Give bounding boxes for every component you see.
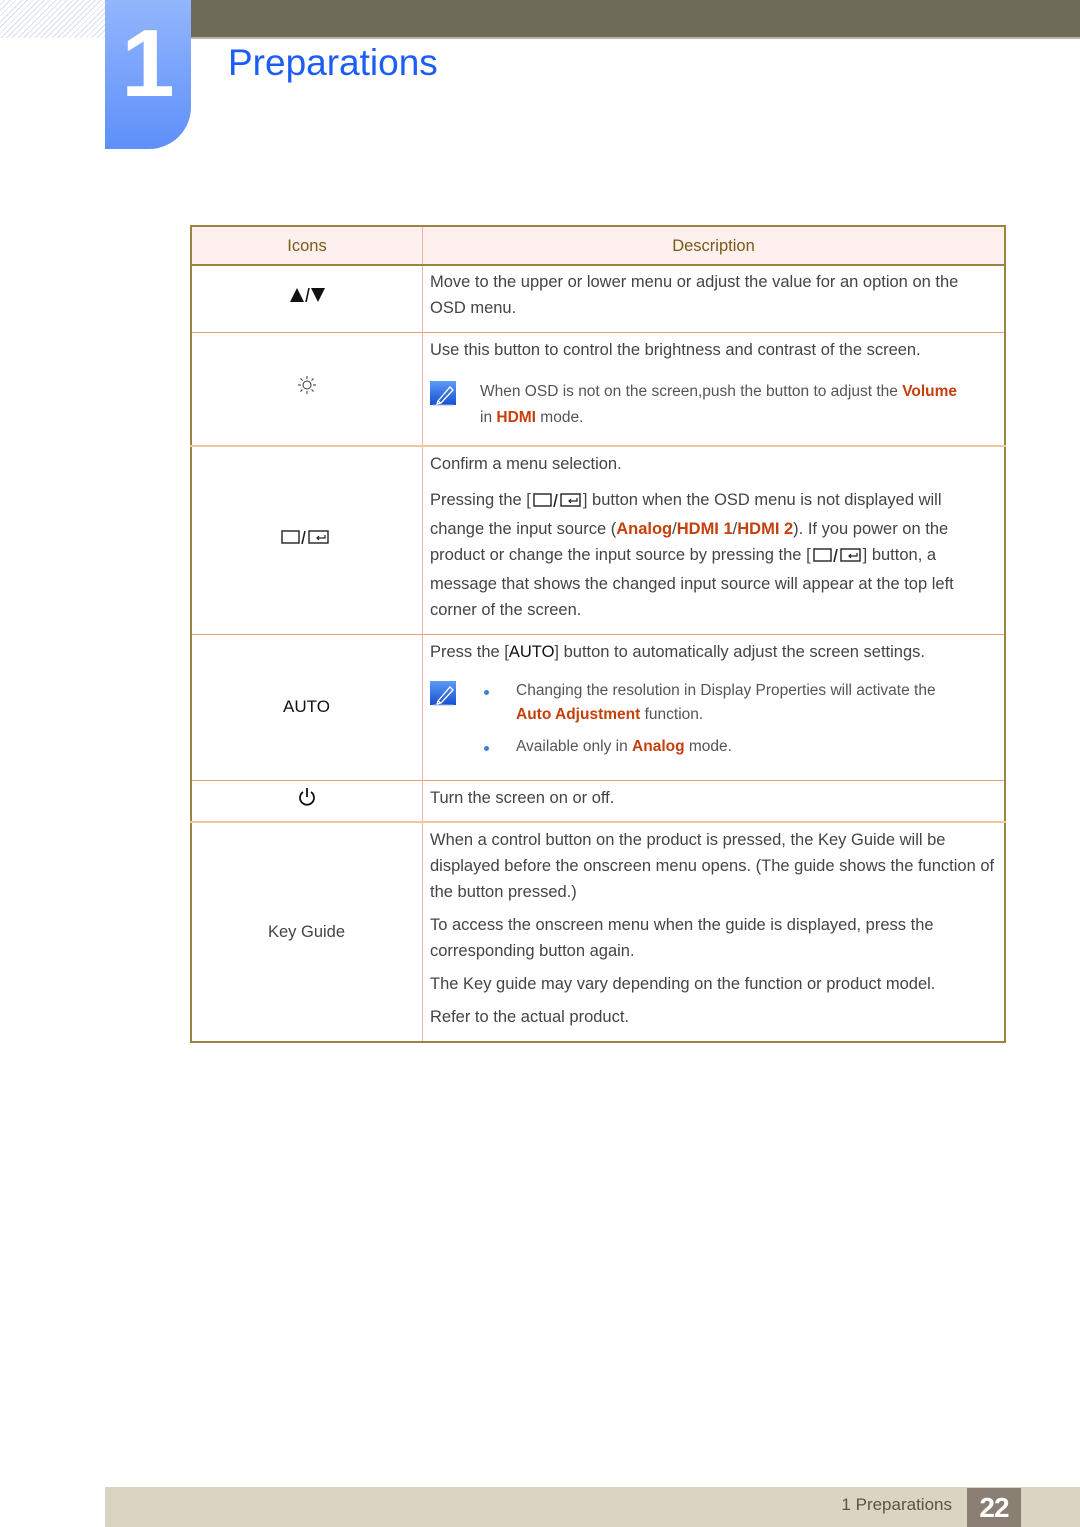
- description-text: Use this button to control the brightnes…: [430, 341, 921, 359]
- enter-source-icon: [811, 545, 863, 571]
- highlight-analog: Analog: [632, 737, 685, 755]
- enter-source-icon: [280, 527, 333, 553]
- note-bullet-list: Changing the resolution in Display Prope…: [480, 679, 996, 765]
- table-row: AUTO Press the [AUTO] button to automati…: [191, 633, 1005, 780]
- description-cell: Turn the screen on or off.: [422, 779, 1005, 822]
- icon-cell: Key Guide: [191, 820, 423, 1042]
- header-description: Description: [422, 226, 1005, 266]
- note: Changing the resolution in Display Prope…: [430, 679, 996, 765]
- table-row: Move to the upper or lower menu or adjus…: [191, 264, 1005, 333]
- text-part: ] button to automatically adjust the scr…: [554, 642, 925, 661]
- highlight-hdmi1: HDMI 1: [676, 519, 733, 538]
- page-title: Preparations: [228, 42, 438, 83]
- chapter-badge: 1: [105, 0, 191, 149]
- description-cell: Move to the upper or lower menu or adjus…: [422, 264, 1005, 333]
- description-text: When a control button on the product is …: [430, 830, 995, 901]
- note-pencil-icon: [430, 680, 456, 707]
- footer-section-label: 1 Preparations: [841, 1495, 952, 1514]
- text-part: Available only in: [516, 737, 633, 755]
- auto-label: AUTO: [283, 697, 330, 716]
- highlight-hdmi2: HDMI 2: [737, 519, 794, 538]
- icon-cell: [191, 264, 423, 333]
- bullet-icon: [484, 745, 489, 751]
- description-text: The Key guide may vary depending on the …: [430, 974, 936, 993]
- description-cell: When a control button on the product is …: [422, 820, 1005, 1042]
- text-part: mode.: [684, 737, 732, 755]
- table-row: Confirm a menu selection. Pressing the […: [191, 444, 1005, 634]
- icon-cell: [191, 444, 423, 634]
- icon-cell: [191, 779, 423, 822]
- list-item: Changing the resolution in Display Prope…: [480, 679, 996, 727]
- up-down-arrows-icon: [289, 286, 325, 312]
- page-footer: 1 Preparations 22: [105, 1487, 1080, 1527]
- list-item: Available only in Analog mode.: [480, 735, 996, 759]
- highlight-analog: Analog: [616, 519, 673, 538]
- description-text: Turn the screen on or off.: [430, 788, 615, 807]
- page-number: 22: [967, 1488, 1021, 1527]
- description-text: Pressing the [] button when the OSD menu…: [430, 487, 996, 623]
- description-cell: Press the [AUTO] button to automatically…: [422, 633, 1005, 780]
- table-header-row: Icons Description: [191, 226, 1005, 266]
- text-part: function.: [640, 705, 704, 723]
- brightness-icon: [297, 375, 317, 403]
- icon-cell: [191, 332, 423, 446]
- highlight-hdmi: HDMI: [496, 409, 536, 426]
- description-cell: Confirm a menu selection. Pressing the […: [422, 444, 1005, 634]
- note: When OSD is not on the screen,push the b…: [430, 379, 996, 431]
- highlight-volume: Volume: [902, 383, 958, 400]
- auto-inline-label: AUTO: [508, 642, 555, 661]
- note-text-part: When OSD is not on the screen,push the b…: [480, 383, 903, 400]
- header-bar: [190, 0, 1080, 39]
- note-text: When OSD is not on the screen,push the b…: [480, 379, 996, 431]
- bullet-icon: [484, 689, 489, 695]
- note-text-part: mode.: [535, 409, 584, 426]
- description-text: Confirm a menu selection.: [430, 454, 622, 473]
- description-text: To access the onscreen menu when the gui…: [430, 915, 934, 960]
- text-part: Changing the resolution in Display Prope…: [516, 681, 936, 699]
- power-icon: [297, 787, 317, 815]
- description-text: Move to the upper or lower menu or adjus…: [430, 273, 959, 317]
- description-text: Press the [AUTO] button to automatically…: [430, 639, 996, 665]
- description-text: Refer to the actual product.: [430, 1007, 630, 1026]
- highlight-auto-adjustment: Auto Adjustment: [516, 705, 641, 723]
- text-part: Press the [: [430, 642, 509, 661]
- decorative-hatch: [0, 0, 105, 38]
- key-guide-label: Key Guide: [267, 922, 346, 941]
- note-text-part: in: [480, 409, 497, 426]
- icon-cell: AUTO: [191, 633, 423, 780]
- note-pencil-icon: [430, 381, 456, 407]
- table-row: Turn the screen on or off.: [191, 779, 1005, 822]
- header-icons: Icons: [191, 226, 423, 266]
- chapter-number: 1: [121, 10, 175, 117]
- icons-table: Icons Description Move to the upper or l…: [190, 225, 1006, 1043]
- table-row: Use this button to control the brightnes…: [191, 332, 1005, 446]
- description-cell: Use this button to control the brightnes…: [422, 332, 1005, 446]
- enter-source-icon: [531, 490, 583, 516]
- table-row: Key Guide When a control button on the p…: [191, 820, 1005, 1042]
- text-part: Pressing the [: [430, 490, 531, 509]
